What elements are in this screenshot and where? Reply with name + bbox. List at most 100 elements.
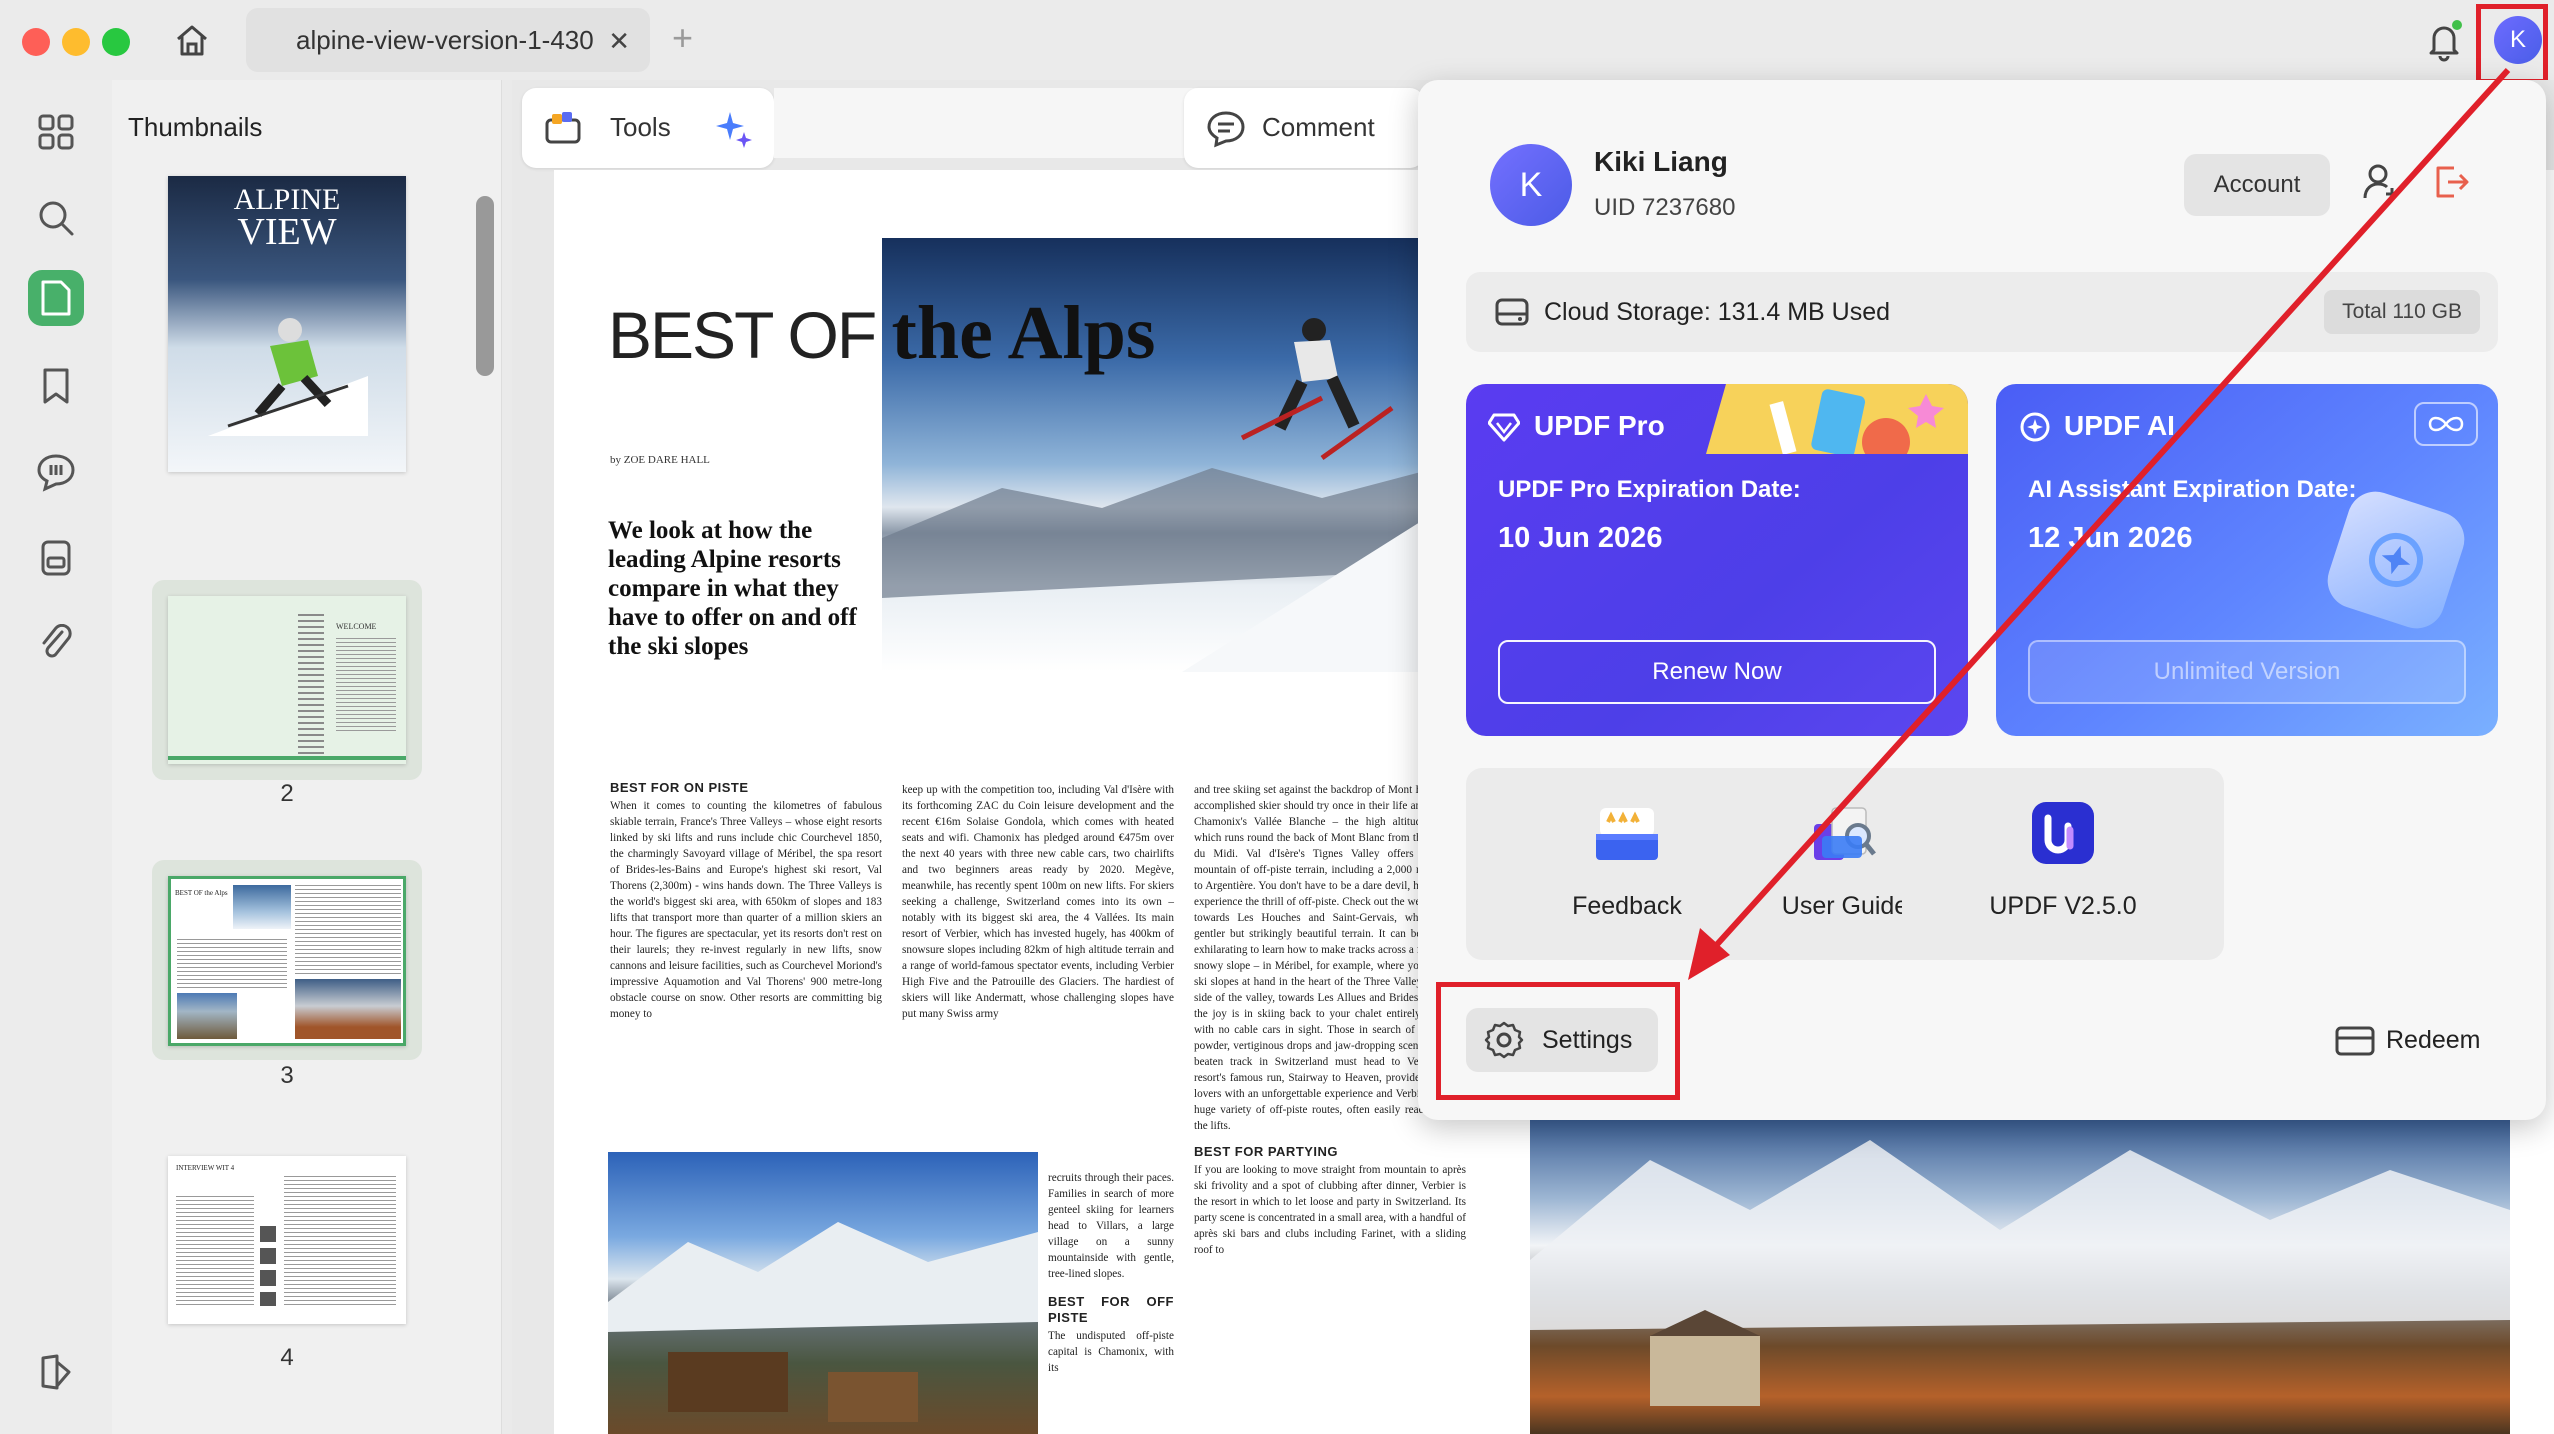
ai-card-title: UPDF AI	[2064, 410, 2175, 441]
thumbnail-number-4: 4	[280, 1344, 294, 1371]
article-byline: by ZOE DARE HALL	[610, 454, 710, 466]
headline-bold: the Alps	[891, 291, 1156, 375]
redeem-card-icon	[2334, 1022, 2376, 1063]
updf-ai-card: UPDF AI AI Assistant Expiration Date: 12…	[1996, 384, 2498, 736]
column-3-heading: BEST FOR PARTYING	[1194, 1144, 1339, 1159]
thumbnail-3-photo-3	[295, 979, 401, 1039]
bookmark-icon[interactable]	[28, 358, 84, 414]
column-1-text: When it comes to counting the kilometres…	[610, 800, 882, 1020]
page-organize-icon[interactable]	[28, 270, 84, 326]
home-icon[interactable]	[170, 18, 214, 62]
thumbnails-panel: Thumbnails ALPINE VIEW 1 WELCOME 2 BEST …	[112, 80, 502, 1434]
thumbnail-number-2: 2	[280, 780, 294, 807]
thumbnail-2-rule	[168, 756, 406, 760]
skier-illustration	[208, 318, 368, 436]
thumbnails-title: Thumbnails	[128, 112, 263, 142]
thumbnail-page-3[interactable]: BEST OF the Alps	[168, 876, 406, 1046]
thumbnail-page-2[interactable]: WELCOME	[168, 596, 406, 764]
comment-toolbar: Comment	[1184, 88, 1424, 168]
article-column-1: BEST FOR ON PISTE When it comes to count…	[610, 780, 882, 1022]
thumbnail-2-text	[336, 638, 396, 734]
ai-sparkle-icon[interactable]	[712, 108, 754, 155]
cover-title-line-1: ALPINE	[233, 183, 341, 216]
toolbar-spacer	[774, 88, 1214, 158]
search-icon[interactable]	[28, 190, 84, 246]
thumbnail-3-photo-2	[177, 993, 237, 1039]
column-2-text: keep up with the competition too, includ…	[902, 784, 1174, 1020]
thumbnail-4-text	[176, 1196, 254, 1306]
thumbnail-4-heading: INTERVIEW WIT 4	[176, 1164, 235, 1172]
column-2b-heading: BEST FOR OFF PISTE	[1048, 1294, 1174, 1325]
thumbnails-scrollbar[interactable]	[476, 196, 494, 376]
add-user-icon[interactable]	[2360, 160, 2404, 204]
user-guide-icon	[1812, 800, 1878, 866]
ai-logo-icon	[2018, 410, 2052, 449]
account-button[interactable]: Account	[2184, 154, 2330, 216]
tab-close-icon[interactable]: ✕	[608, 26, 630, 57]
column-3b-text: If you are looking to move straight from…	[1194, 1164, 1466, 1256]
zoom-window-button[interactable]	[102, 28, 130, 56]
infinity-icon	[2414, 402, 2478, 446]
redeem-label: Redeem	[2386, 1025, 2481, 1054]
unlimited-version-button[interactable]: Unlimited Version	[2028, 640, 2466, 704]
ai-cube-icon	[2320, 484, 2472, 636]
comment-list-icon[interactable]	[28, 444, 84, 500]
left-sidebar	[0, 80, 112, 1434]
comment-label[interactable]: Comment	[1262, 112, 1375, 143]
article-column-2: keep up with the competition too, includ…	[902, 782, 1174, 1022]
thumbnail-3-heading: BEST OF the Alps	[175, 889, 228, 897]
ai-expiration-date: 12 Jun 2026	[2028, 522, 2193, 554]
document-tab[interactable]: alpine-view-version-1-430 ✕	[246, 8, 650, 72]
thumbnail-3-photo	[233, 885, 291, 929]
account-popup: K Kiki Liang UID 7237680 Account Cloud S…	[1418, 80, 2546, 1120]
pro-expiration-date: 10 Jun 2026	[1498, 522, 1663, 554]
avatar-highlight-box	[2476, 4, 2548, 84]
tools-label[interactable]: Tools	[610, 112, 671, 143]
cloud-drive-icon	[1494, 294, 1530, 333]
article-intro: We look at how the leading Alpine resort…	[608, 517, 857, 660]
tools-toolbar: Tools	[522, 88, 774, 168]
title-bar: alpine-view-version-1-430 ✕ + K	[0, 0, 2554, 80]
column-1-heading: BEST FOR ON PISTE	[610, 780, 749, 795]
mountain-cabin-photo	[608, 1152, 1038, 1434]
minimize-window-button[interactable]	[62, 28, 90, 56]
comment-icon[interactable]	[1206, 110, 1246, 153]
attachment-icon[interactable]	[28, 616, 84, 672]
autumn-alps-photo	[1530, 1120, 2510, 1434]
thumbnail-2-heading: WELCOME	[336, 622, 377, 631]
settings-highlight-box	[1436, 982, 1680, 1100]
thumbnail-page-1[interactable]: ALPINE VIEW	[168, 176, 406, 472]
document-pages-icon[interactable]	[28, 530, 84, 586]
updf-version-label: UPDF V2.5.0	[1989, 892, 2137, 920]
pro-card-decoration	[1706, 384, 1968, 454]
cloud-storage-bar: Cloud Storage: 131.4 MB Used Total 110 G…	[1466, 272, 2498, 352]
column-2b-text: recruits through their paces. Families i…	[1048, 1172, 1174, 1280]
thumbnail-4-portraits	[260, 1226, 276, 1306]
user-name: Kiki Liang	[1594, 146, 1728, 177]
thumbnail-2-lines	[298, 614, 324, 754]
profile-avatar: K	[1490, 144, 1572, 226]
thumbnail-page-4[interactable]: INTERVIEW WIT 4	[168, 1156, 406, 1324]
storage-total-badge: Total 110 GB	[2324, 290, 2480, 334]
column-2c-text: The undisputed off-piste capital is Cham…	[1048, 1330, 1174, 1374]
layers-icon[interactable]	[28, 1344, 84, 1400]
headline-light: BEST OF	[608, 298, 892, 372]
user-uid: UID 7237680	[1594, 194, 1736, 221]
cover-title-line-2: VIEW	[237, 211, 337, 253]
notification-dot	[2452, 20, 2462, 30]
pro-card-title: UPDF Pro	[1534, 410, 1665, 441]
thumbnails-grid-icon[interactable]	[28, 104, 84, 160]
pro-expiration-label: UPDF Pro Expiration Date:	[1498, 476, 1801, 503]
close-window-button[interactable]	[22, 28, 50, 56]
updf-version-tile[interactable]: UPDF V2.5.0	[1902, 768, 2224, 960]
renew-now-button[interactable]: Renew Now	[1498, 640, 1936, 704]
thumbnail-3-text	[177, 939, 287, 989]
thumbnail-number-3: 3	[280, 1062, 294, 1089]
logout-icon[interactable]	[2428, 160, 2472, 204]
cloud-storage-text: Cloud Storage: 131.4 MB Used	[1544, 297, 1891, 326]
new-tab-button[interactable]: +	[672, 18, 693, 58]
ai-expiration-label: AI Assistant Expiration Date:	[2028, 476, 2357, 503]
thumbnail-4-text-2	[284, 1176, 396, 1306]
article-headline: BEST OF the Alps	[608, 290, 1155, 377]
toolbox-icon[interactable]	[544, 110, 582, 151]
